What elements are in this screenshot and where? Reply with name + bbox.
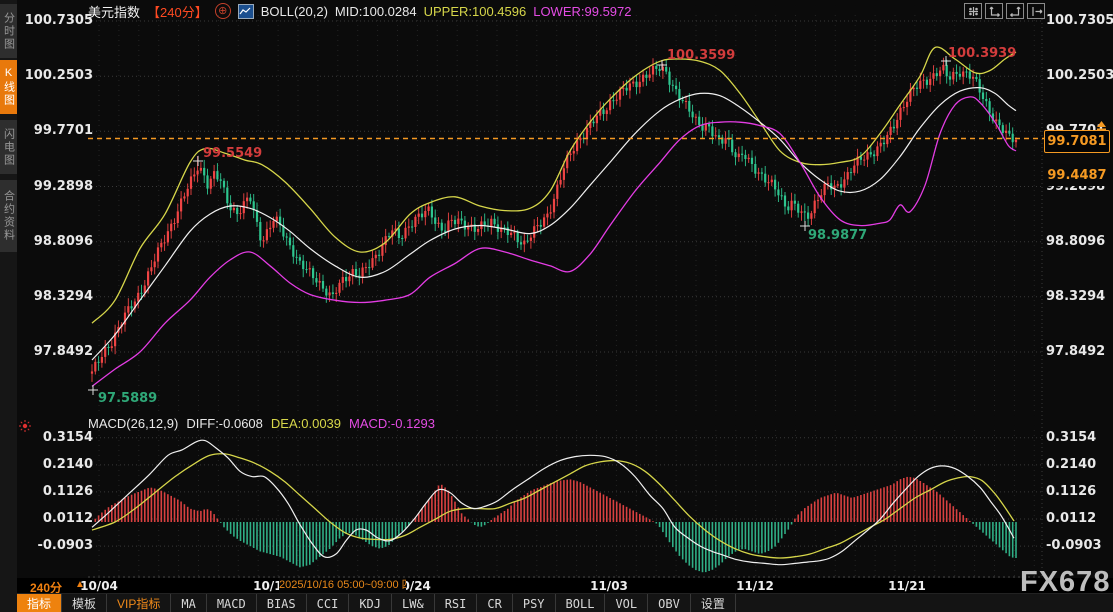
price-annotation: 99.5549 <box>203 146 262 161</box>
toolbar-item-lw[interactable]: LW& <box>392 594 435 612</box>
sidebar-item-contract-info[interactable]: 合约资料 <box>0 180 17 252</box>
boll-indicator-icon <box>238 4 254 19</box>
toolbar-item-indicators[interactable]: 指标 <box>17 594 62 612</box>
toolbar-item-kdj[interactable]: KDJ <box>349 594 392 612</box>
toolbar-item-settings[interactable]: 设置 <box>691 594 736 612</box>
add-indicator-icon[interactable]: ⊕ <box>215 3 231 19</box>
macd-diff-value: DIFF:-0.0608 <box>186 416 263 431</box>
macd-hist-value: MACD:-0.1293 <box>349 416 435 431</box>
main-axis-tick: 99.7701 <box>20 123 93 138</box>
macd-axis-tick: 0.0112 <box>1046 511 1096 526</box>
chart-header: 美元指数 【240分】 ⊕ BOLL(20,2) MID:100.0284 UP… <box>88 3 632 19</box>
scale-left-axis-icon[interactable] <box>985 3 1003 19</box>
main-axis-tick: 98.8096 <box>1046 234 1105 249</box>
price-annotation: 97.5889 <box>98 391 157 406</box>
chart-type-sidebar: 分时图 K线图 闪电图 合约资料 <box>0 0 17 612</box>
macd-dea-value: DEA:0.0039 <box>271 416 341 431</box>
indicator-toolbar: 指标 模板 VIP指标 MA MACD BIAS CCI KDJ LW& RSI… <box>17 593 1113 612</box>
sidebar-item-timeline[interactable]: 分时图 <box>0 4 17 58</box>
toolbar-item-macd[interactable]: MACD <box>207 594 257 612</box>
toolbar-item-boll[interactable]: BOLL <box>556 594 606 612</box>
main-axis-tick: 100.7305 <box>1046 13 1113 28</box>
toolbar-item-ma[interactable]: MA <box>171 594 206 612</box>
period-label: 【240分】 <box>147 2 208 21</box>
macd-title: MACD(26,12,9) <box>88 416 178 431</box>
toolbar-item-vol[interactable]: VOL <box>605 594 648 612</box>
main-axis-tick: 99.2898 <box>20 179 93 194</box>
price-chart-canvas[interactable] <box>0 0 1113 612</box>
bar-time-tooltip: 2025/10/16 05:00~09:00 四 <box>279 578 406 593</box>
chart-window-controls <box>964 3 1045 19</box>
macd-axis-tick: -0.0903 <box>1046 538 1102 553</box>
main-axis-tick: 100.7305 <box>20 13 93 28</box>
date-tick: 10/04 <box>80 579 118 593</box>
macd-axis-tick: -0.0903 <box>20 538 93 553</box>
toolbar-item-bias[interactable]: BIAS <box>257 594 307 612</box>
scale-right-axis-icon[interactable] <box>1006 3 1024 19</box>
main-axis-tick: 98.8096 <box>20 234 93 249</box>
toolbar-item-templates[interactable]: 模板 <box>62 594 107 612</box>
macd-axis-tick: 0.3154 <box>1046 430 1096 445</box>
boll-lower-value: LOWER:99.5972 <box>533 4 631 19</box>
toolbar-item-cr[interactable]: CR <box>477 594 512 612</box>
price-up-arrow-icon <box>1094 119 1109 137</box>
macd-axis-tick: 0.2140 <box>20 457 93 472</box>
macd-axis-tick: 0.0112 <box>20 511 93 526</box>
exit-chart-icon[interactable] <box>1027 3 1045 19</box>
main-axis-tick: 100.2503 <box>1046 68 1113 83</box>
date-tick: 11/03 <box>590 579 628 593</box>
toolbar-item-obv[interactable]: OBV <box>648 594 691 612</box>
sidebar-item-kline[interactable]: K线图 <box>0 60 17 114</box>
toolbar-item-vip-indicators[interactable]: VIP指标 <box>107 594 171 612</box>
macd-axis-tick: 0.1126 <box>1046 484 1096 499</box>
toolbar-item-psy[interactable]: PSY <box>513 594 556 612</box>
boll-label: BOLL(20,2) <box>261 4 328 19</box>
time-axis: 240分 ▲ 10/04 10/15 10/24 11/03 11/12 11/… <box>17 578 1113 593</box>
boll-mid-value: MID:100.0284 <box>335 4 417 19</box>
toolbar-item-rsi[interactable]: RSI <box>435 594 478 612</box>
reference-price-tag: 99.4487 <box>1044 164 1110 186</box>
main-axis-tick: 100.2503 <box>20 68 93 83</box>
date-tick: 11/21 <box>888 579 926 593</box>
main-axis-tick: 98.3294 <box>20 289 93 304</box>
trading-app-window: 分时图 K线图 闪电图 合约资料 美元指数 【240分】 ⊕ BOLL(20,2… <box>0 0 1113 612</box>
main-axis-tick: 97.8492 <box>1046 344 1105 359</box>
macd-axis-tick: 0.2140 <box>1046 457 1096 472</box>
toolbar-item-cci[interactable]: CCI <box>307 594 350 612</box>
macd-header: MACD(26,12,9) DIFF:-0.0608 DEA:0.0039 MA… <box>88 416 435 431</box>
crosshair-icon[interactable] <box>964 3 982 19</box>
price-annotation: 100.3599 <box>667 48 735 63</box>
indicator-alert-icon[interactable] <box>18 419 32 438</box>
price-annotation: 98.9877 <box>808 228 867 243</box>
sidebar-item-lightning[interactable]: 闪电图 <box>0 120 17 174</box>
symbol-name: 美元指数 <box>88 2 140 21</box>
price-annotation: 100.3939 <box>948 46 1016 61</box>
boll-upper-value: UPPER:100.4596 <box>424 4 527 19</box>
main-axis-tick: 98.3294 <box>1046 289 1105 304</box>
main-axis-tick: 97.8492 <box>20 344 93 359</box>
date-tick: 11/12 <box>736 579 774 593</box>
macd-axis-tick: 0.1126 <box>20 484 93 499</box>
